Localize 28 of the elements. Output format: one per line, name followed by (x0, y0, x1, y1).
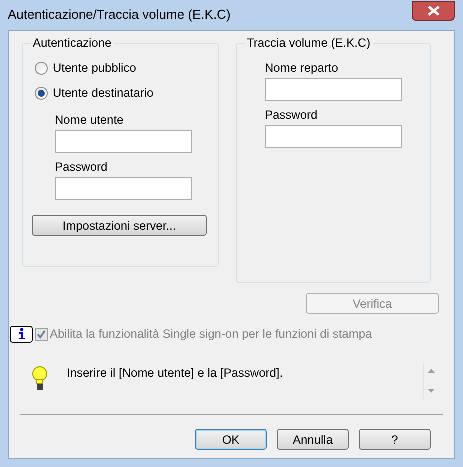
field-label: Password (55, 160, 109, 174)
input-field[interactable] (265, 125, 402, 148)
input-field[interactable] (55, 130, 192, 153)
field-label: Nome reparto (265, 61, 340, 75)
dialog-button[interactable]: ? (359, 429, 431, 450)
scrollbar[interactable] (423, 363, 438, 399)
group-title: Autenticazione (31, 36, 114, 50)
group-title: Traccia volume (E.K.C) (245, 36, 373, 50)
input-field[interactable] (265, 78, 402, 101)
dialog-button[interactable]: OK (195, 429, 267, 450)
field-label: Nome utente (55, 113, 125, 127)
close-button[interactable] (412, 1, 455, 21)
scroll-up-icon (428, 369, 434, 373)
radio-label: Utente destinatario (53, 86, 154, 100)
radio-button[interactable] (35, 86, 48, 100)
server-settings-button[interactable]: Impostazioni server... (32, 215, 207, 236)
window-title: Autenticazione/Traccia volume (E.K.C) (8, 6, 231, 24)
info-icon (10, 326, 33, 342)
lightbulb-icon (32, 366, 48, 392)
radio-button[interactable] (35, 62, 48, 74)
checkbox-label: Abilita la funzionalità Single sign-on per le funzioni di stampa (50, 326, 372, 343)
dialog-button[interactable]: Annulla (277, 429, 349, 450)
field-label: Password (265, 108, 319, 122)
radio-label: Utente pubblico (53, 61, 136, 75)
input-field[interactable] (55, 177, 192, 200)
close-icon (428, 6, 440, 16)
hint-text: Inserire il [Nome utente] e la [Password]. (67, 366, 284, 382)
scroll-down-icon (428, 389, 434, 393)
